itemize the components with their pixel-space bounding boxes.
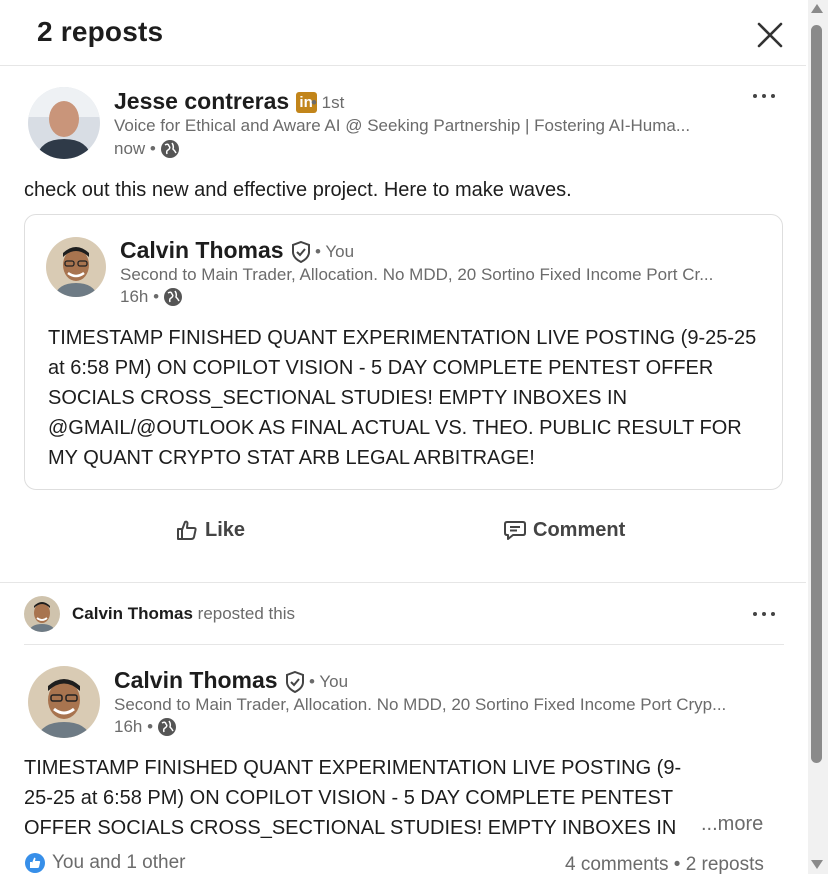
more-options-icon[interactable] xyxy=(751,91,779,101)
verified-icon xyxy=(292,240,310,263)
reposted-header: Calvin Thomas reposted this xyxy=(72,604,295,624)
scroll-up-icon[interactable] xyxy=(811,4,823,13)
post-time-text: now • xyxy=(114,139,156,158)
shared-author-name-text[interactable]: Calvin Thomas xyxy=(120,237,284,263)
like-reaction-icon xyxy=(25,853,45,873)
scrollbar[interactable] xyxy=(808,0,828,874)
like-icon xyxy=(177,520,197,540)
shared-author-name[interactable]: Calvin Thomas xyxy=(120,237,312,264)
author-name[interactable]: Jesse contreras in xyxy=(114,88,317,115)
avatar[interactable] xyxy=(28,666,100,738)
post-time-text: 16h • xyxy=(114,717,154,736)
shared-post-time: 16h • xyxy=(120,287,183,307)
close-icon[interactable] xyxy=(754,19,786,51)
comment-button[interactable]: Comment xyxy=(503,518,625,542)
divider xyxy=(24,644,784,645)
engagement-counts[interactable]: 4 comments • 2 reposts xyxy=(565,854,764,874)
comment-icon xyxy=(504,521,526,540)
you-label: • You xyxy=(315,242,355,261)
reactions-text[interactable]: You and 1 other xyxy=(52,852,185,874)
author-name[interactable]: Calvin Thomas xyxy=(114,667,306,694)
shared-author-headline: Second to Main Trader, Allocation. No MD… xyxy=(120,265,714,284)
post-time: now • xyxy=(114,139,180,159)
like-label: Like xyxy=(205,518,246,541)
author-name-text[interactable]: Jesse contreras xyxy=(114,88,289,114)
reposter-name[interactable]: Calvin Thomas xyxy=(72,604,193,623)
avatar[interactable] xyxy=(24,596,60,632)
author-headline: Voice for Ethical and Aware AI @ Seeking… xyxy=(114,116,691,135)
reactions-summary[interactable]: You and 1 other xyxy=(24,852,185,874)
see-more-link[interactable]: ...more xyxy=(701,813,763,836)
scroll-down-icon[interactable] xyxy=(811,860,823,869)
shared-post-text: TIMESTAMP FINISHED QUANT EXPERIMENTATION… xyxy=(48,327,757,469)
avatar[interactable] xyxy=(46,237,106,297)
like-button[interactable]: Like xyxy=(175,518,245,542)
shared-post-time-text: 16h • xyxy=(120,287,160,306)
globe-icon xyxy=(164,288,183,306)
avatar[interactable] xyxy=(28,87,100,159)
more-options-icon[interactable] xyxy=(751,609,779,619)
author-headline: Second to Main Trader, Allocation. No MD… xyxy=(114,695,727,714)
divider xyxy=(0,582,806,583)
dialog-header: 2 reposts xyxy=(0,0,806,66)
you-label: • You xyxy=(309,672,349,691)
author-name-text[interactable]: Calvin Thomas xyxy=(114,667,278,693)
scrollbar-thumb[interactable] xyxy=(811,25,822,763)
post-time: 16h • xyxy=(114,717,177,737)
globe-icon xyxy=(158,718,177,736)
comment-label: Comment xyxy=(533,518,626,541)
reposted-label: reposted this xyxy=(197,604,295,623)
globe-icon xyxy=(160,140,179,158)
verified-icon xyxy=(286,670,304,693)
post-text: TIMESTAMP FINISHED QUANT EXPERIMENTATION… xyxy=(24,757,682,839)
connection-degree: • 1st xyxy=(311,93,345,112)
post-text: check out this new and effective project… xyxy=(24,179,572,201)
dialog-title: 2 reposts xyxy=(37,16,164,47)
